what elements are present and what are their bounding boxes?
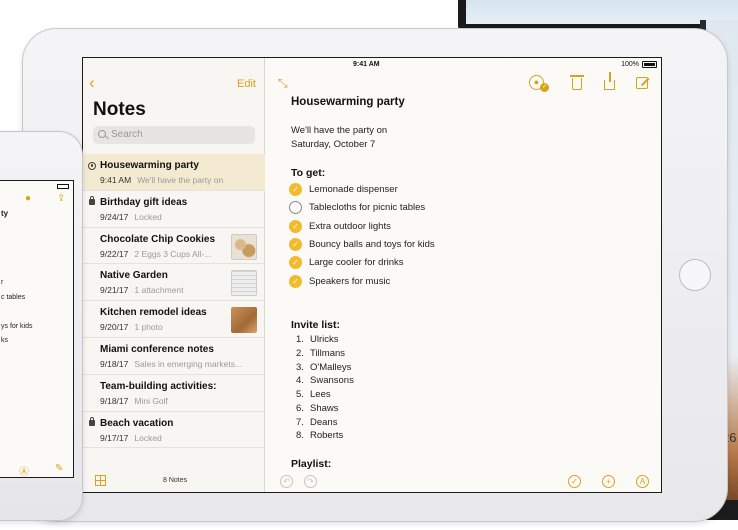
note-subtitle: 9/17/17 Locked: [100, 432, 162, 443]
compose-icon[interactable]: [636, 77, 648, 89]
compose-icon[interactable]: ✎: [55, 463, 63, 474]
invite-item[interactable]: 4. Swansons: [296, 375, 354, 386]
note-title: Housewarming party: [100, 160, 199, 171]
ipad-screen: iPad 9:41 AM 100% ‹ Edit Notes Search Ho…: [82, 57, 662, 493]
iphone-text: ks: [1, 337, 8, 344]
sidebar-footer: 8 Notes: [83, 468, 265, 492]
invite-item[interactable]: 5. Lees: [296, 389, 331, 400]
add-people-icon[interactable]: ●: [25, 193, 31, 204]
battery-icon: [57, 184, 69, 189]
invite-item[interactable]: 3. O'Malleys: [296, 362, 351, 373]
cookie-thumbnail: [231, 233, 257, 260]
checkmark-icon[interactable]: ✓: [289, 238, 302, 251]
note-row-housewarming[interactable]: Housewarming party 9:41 AM We'll have the…: [83, 154, 265, 191]
note-subtitle: 9/22/17 2 Eggs 3 Cups All-...: [100, 248, 212, 259]
search-icon: [98, 130, 106, 138]
checkmark-icon[interactable]: ✓: [289, 219, 302, 233]
note-subtitle: 9/18/17 Mini Golf: [100, 395, 168, 406]
search-input[interactable]: Search: [93, 126, 255, 144]
note-title: Native Garden: [100, 270, 168, 282]
home-button[interactable]: [679, 259, 711, 291]
back-chevron-icon[interactable]: ‹: [89, 74, 101, 91]
to-get-heading[interactable]: To get:: [291, 167, 325, 179]
note-detail: ⤡ ● Housewarming party We'll have the pa…: [266, 58, 661, 492]
share-icon[interactable]: [604, 72, 615, 90]
sketch-icon[interactable]: A: [636, 475, 649, 488]
redo-icon[interactable]: ↷: [304, 475, 317, 488]
note-subtitle: 9/24/17 Locked: [100, 211, 162, 222]
note-row-garden[interactable]: Native Garden 9/21/17 1 attachment: [83, 264, 265, 302]
checklist-icon[interactable]: ✓: [568, 475, 581, 488]
wood-thumbnail: [231, 307, 257, 334]
note-count: 8 Notes: [163, 477, 188, 484]
page-title: Notes: [93, 99, 146, 120]
note-row-cookies[interactable]: Chocolate Chip Cookies 9/22/17 2 Eggs 3 C…: [83, 228, 265, 265]
invite-item[interactable]: 6. Shaws: [296, 403, 339, 414]
note-row-beach[interactable]: Beach vacation 9/17/17 Locked: [83, 412, 265, 449]
note-row-kitchen[interactable]: Kitchen remodel ideas 9/20/17 1 photo: [83, 301, 265, 338]
note-title: Chocolate Chip Cookies: [100, 233, 216, 245]
background-laptop-screen: [466, 0, 738, 24]
checkmark-icon[interactable]: ✓: [289, 183, 302, 196]
note-title: Miami conference notes: [100, 343, 214, 355]
search-placeholder: Search: [111, 129, 143, 140]
invite-item[interactable]: 8. Roberts: [296, 430, 343, 441]
note-title: Birthday gift ideas: [100, 196, 188, 208]
iphone-text: r: [1, 279, 4, 286]
iphone-screen: ● ⇪ ty r c tables ys for kids ks Ⓐ ✎: [0, 180, 74, 478]
invite-heading[interactable]: Invite list:: [291, 319, 340, 331]
lock-icon: [89, 416, 95, 426]
add-icon[interactable]: +: [602, 475, 615, 488]
trash-icon[interactable]: [570, 75, 584, 90]
note-title: Beach vacation: [100, 417, 174, 429]
iphone-text: ys for kids: [1, 323, 33, 330]
note-intro[interactable]: We'll have the party on Saturday, Octobe…: [291, 124, 387, 151]
notes-sidebar: ‹ Edit Notes Search Housewarming party 9…: [83, 58, 265, 492]
edit-button[interactable]: Edit: [237, 78, 256, 90]
checkmark-icon[interactable]: ✓: [289, 256, 302, 269]
note-row-miami[interactable]: Miami conference notes 9/18/17 Sales in e…: [83, 338, 265, 375]
empty-circle-icon[interactable]: [289, 201, 302, 214]
note-title: Team-building activities:: [100, 380, 217, 392]
sketch-icon[interactable]: Ⓐ: [19, 463, 29, 477]
lock-icon: [89, 195, 95, 205]
checkmark-icon[interactable]: ✓: [289, 274, 302, 288]
invite-item[interactable]: 7. Deans: [296, 417, 337, 428]
note-subtitle: 9:41 AM We'll have the party on: [100, 175, 224, 185]
notes-list: Housewarming party 9:41 AM We'll have the…: [83, 154, 265, 449]
note-row-team[interactable]: Team-building activities: 9/18/17 Mini Go…: [83, 375, 265, 412]
note-subtitle: 9/18/17 Sales in emerging markets...: [100, 358, 243, 369]
iphone-text: ty: [1, 209, 9, 218]
share-icon[interactable]: ⇪: [57, 193, 65, 204]
shared-icon: [88, 162, 96, 170]
playlist-heading[interactable]: Playlist:: [291, 458, 331, 470]
note-title: Kitchen remodel ideas: [100, 307, 207, 319]
note-row-birthday[interactable]: Birthday gift ideas 9/24/17 Locked: [83, 191, 265, 228]
note-heading[interactable]: Housewarming party: [291, 96, 405, 108]
invite-item[interactable]: 1. Ulricks: [296, 334, 339, 345]
attachments-grid-icon[interactable]: [95, 475, 106, 486]
invite-item[interactable]: 2. Tillmans: [296, 348, 345, 359]
garden-thumbnail: [231, 270, 257, 297]
iphone-text: c tables: [1, 294, 26, 301]
composite-stage: 26 iPad 9:41 AM 100% ‹ Edit Notes Search…: [0, 0, 738, 530]
expand-icon[interactable]: ⤡: [278, 77, 290, 89]
undo-icon[interactable]: ↶: [280, 475, 293, 488]
add-people-icon[interactable]: ●: [529, 75, 549, 92]
